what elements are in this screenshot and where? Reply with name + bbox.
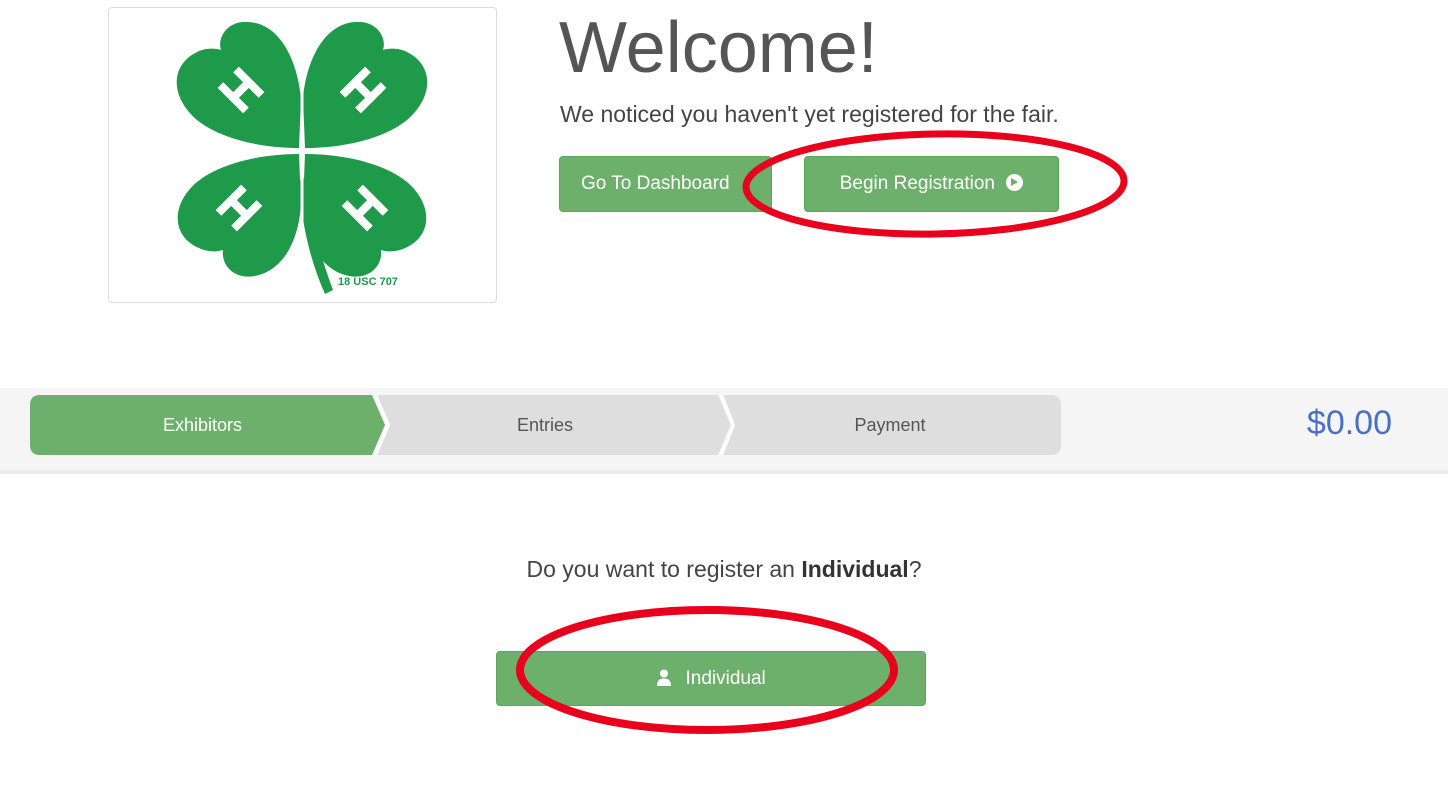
step-payment[interactable]: Payment	[720, 395, 1060, 455]
registration-page: 18 USC 707 Welcome! We noticed you haven…	[0, 0, 1448, 787]
logo-caption: 18 USC 707	[338, 276, 398, 288]
question-suffix: ?	[908, 556, 922, 582]
welcome-title: Welcome!	[559, 8, 878, 88]
step-tabs: Exhibitors Entries Payment	[30, 395, 1061, 455]
welcome-subtitle: We noticed you haven't yet registered fo…	[560, 101, 1059, 127]
begin-registration-label: Begin Registration	[839, 173, 995, 194]
arrow-circle-right-icon	[1006, 174, 1024, 191]
go-to-dashboard-label: Go To Dashboard	[581, 173, 730, 194]
begin-registration-button[interactable]: Begin Registration	[804, 156, 1059, 212]
individual-label: Individual	[685, 668, 766, 689]
step-entries[interactable]: Entries	[375, 395, 715, 455]
user-icon	[657, 669, 672, 686]
cart-total: $0.00	[1306, 404, 1392, 442]
individual-button[interactable]: Individual	[496, 651, 926, 706]
question-bold: Individual	[801, 556, 909, 582]
question-prefix: Do you want to register an	[526, 556, 802, 582]
four-h-clover-logo	[169, 21, 435, 294]
logo-card: 18 USC 707	[108, 7, 497, 303]
go-to-dashboard-button[interactable]: Go To Dashboard	[559, 156, 772, 212]
register-question: Do you want to register an Individual?	[0, 556, 1448, 583]
step-exhibitors[interactable]: Exhibitors	[30, 395, 375, 455]
